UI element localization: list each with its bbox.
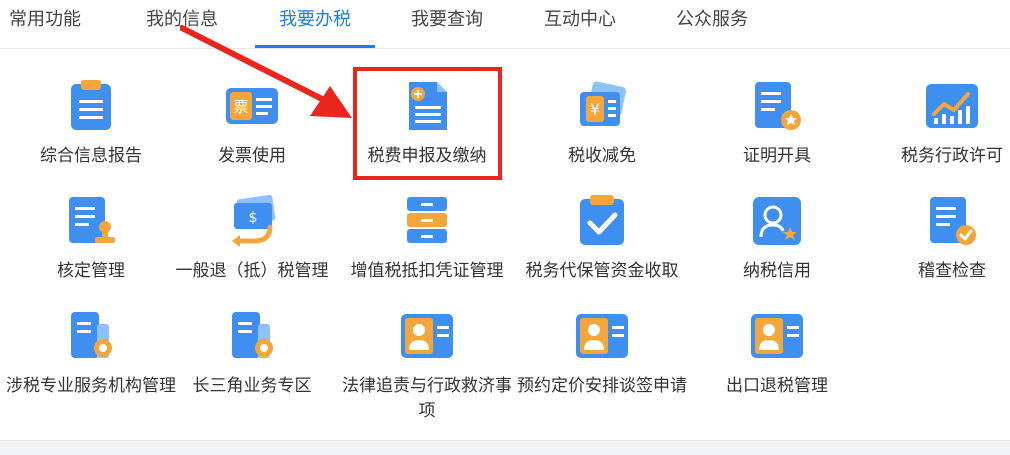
top-tab-bar: 常用功能 我的信息 我要办税 我要查询 互动中心 公众服务 <box>0 0 1010 49</box>
tile-tax-agency-mgmt[interactable]: 涉税专业服务机构管理 <box>4 308 178 423</box>
tile-label: 出口退税管理 <box>726 376 828 396</box>
tile-label: 一般退（抵）税管理 <box>175 261 329 281</box>
export-refund-card-icon <box>751 314 803 358</box>
svg-text:¥: ¥ <box>590 100 600 119</box>
tile-label: 长三角业务专区 <box>192 376 312 396</box>
tile-comprehensive-report[interactable]: 综合信息报告 <box>4 78 178 193</box>
tile-label: 证明开具 <box>743 146 811 166</box>
tile-label: 综合信息报告 <box>40 146 142 166</box>
legal-user-card-icon <box>401 314 453 358</box>
tab-public-services[interactable]: 公众服务 <box>662 0 762 46</box>
custody-check-icon <box>580 195 624 245</box>
tile-label: 法律追责与行政救济事项 <box>342 376 512 421</box>
tile-label: 稽查检查 <box>918 261 986 281</box>
certificate-icon <box>755 82 801 130</box>
tile-label: 税务代保管资金收取 <box>525 261 679 281</box>
approval-stamp-icon <box>69 197 115 243</box>
chart-permit-icon <box>926 84 978 128</box>
tax-reduction-icon: ¥ <box>580 81 627 126</box>
tile-export-refund[interactable]: 出口退税管理 <box>690 308 864 423</box>
tile-refund-mgmt[interactable]: $ 一般退（抵）税管理 <box>165 193 339 308</box>
tab-query[interactable]: 我要查询 <box>397 0 497 46</box>
tile-certificate-issue[interactable]: 证明开具 <box>690 78 864 193</box>
tile-vat-deduction[interactable]: 增值税抵扣凭证管理 <box>340 193 514 308</box>
tile-inspection[interactable]: 稽查检查 <box>865 193 1010 308</box>
tile-label: 税务行政许可 <box>901 146 1003 166</box>
yangtze-gear-icon <box>232 312 273 358</box>
tile-legal-remedy[interactable]: 法律追责与行政救济事项 <box>340 308 514 423</box>
refund-icon: $ <box>232 195 276 247</box>
annotation-arrow <box>180 25 352 118</box>
tile-label: 增值税抵扣凭证管理 <box>350 261 504 281</box>
tile-label: 核定管理 <box>57 261 125 281</box>
tile-tax-credit[interactable]: 纳税信用 <box>690 193 864 308</box>
tile-label: 税收减免 <box>568 146 636 166</box>
tile-label: 涉税专业服务机构管理 <box>6 376 176 396</box>
tab-interaction-center[interactable]: 互动中心 <box>530 0 630 46</box>
tile-yangtze-delta[interactable]: 长三角业务专区 <box>165 308 339 423</box>
tile-label: 预约定价安排谈签申请 <box>517 376 687 396</box>
tile-assessment-mgmt[interactable]: 核定管理 <box>4 193 178 308</box>
svg-text:$: $ <box>249 210 258 226</box>
tile-custody-funds[interactable]: 税务代保管资金收取 <box>515 193 689 308</box>
tile-label: 纳税信用 <box>743 261 811 281</box>
credit-user-icon <box>753 197 801 245</box>
tile-label: 发票使用 <box>218 146 286 166</box>
clipboard-report-icon <box>71 80 111 130</box>
highlight-box <box>353 67 502 180</box>
agency-gear-icon <box>71 312 112 358</box>
footer-bar <box>0 440 1010 455</box>
tile-admin-permit[interactable]: 税务行政许可 <box>865 78 1010 193</box>
tab-common-functions[interactable]: 常用功能 <box>0 0 90 46</box>
inspection-icon <box>930 197 976 245</box>
tile-tax-reduction[interactable]: ¥ 税收减免 <box>515 78 689 193</box>
tile-pricing-arrangement[interactable]: 预约定价安排谈签申请 <box>515 308 689 423</box>
pricing-user-card-icon <box>576 314 628 358</box>
cabinet-icon <box>407 197 447 243</box>
